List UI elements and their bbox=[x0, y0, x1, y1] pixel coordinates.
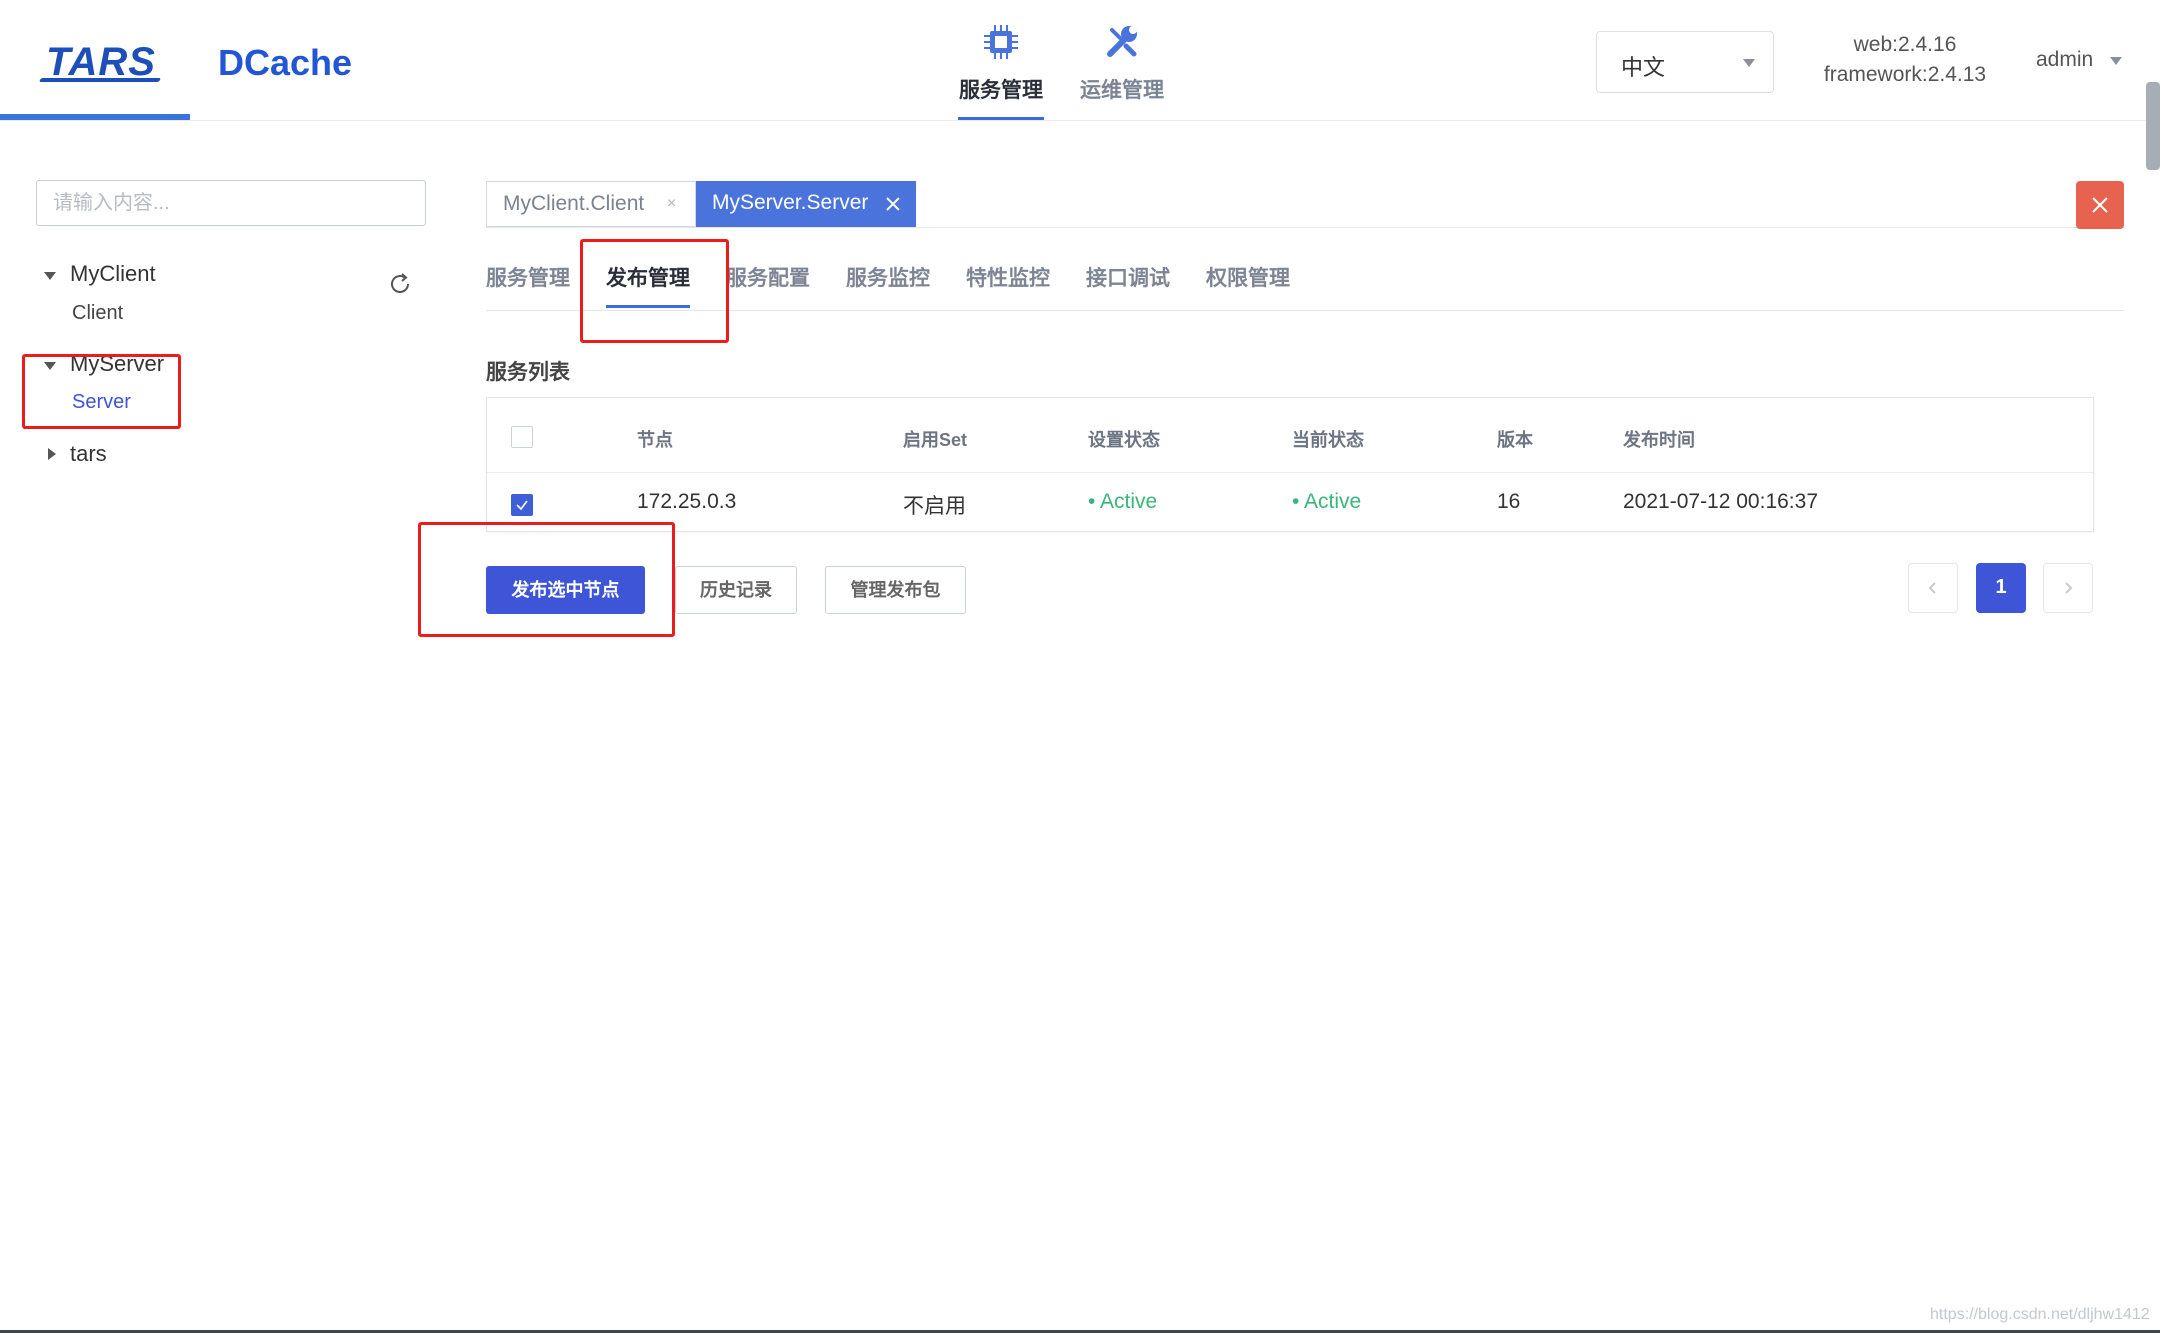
nav-service-management[interactable]: 服务管理 bbox=[958, 18, 1044, 120]
chip-icon bbox=[984, 25, 1018, 59]
function-tabs: 服务管理 发布管理 服务配置 服务监控 特性监控 接口调试 权限管理 bbox=[486, 262, 2124, 311]
service-tab-label: MyClient.Client bbox=[503, 192, 645, 215]
service-list-table: 节点 启用Set 设置状态 当前状态 版本 发布时间 172.25.0.3 不启… bbox=[486, 397, 2094, 532]
cell-setting-status: • Active bbox=[1088, 490, 1158, 513]
expand-arrow-icon[interactable] bbox=[44, 272, 56, 280]
close-icon bbox=[2092, 197, 2108, 213]
language-select-value: 中文 bbox=[1621, 55, 1666, 80]
column-header: 节点 bbox=[637, 430, 673, 450]
close-icon[interactable]: × bbox=[667, 182, 676, 226]
tree-leaf-client[interactable]: Client bbox=[72, 302, 123, 325]
framework-version: framework:2.4.13 bbox=[1823, 63, 1987, 86]
tab-interface-debug[interactable]: 接口调试 bbox=[1086, 262, 1170, 292]
tree-leaf-server[interactable]: Server bbox=[72, 391, 131, 414]
tab-feature-monitor[interactable]: 特性监控 bbox=[966, 262, 1050, 292]
tree-node-myclient[interactable]: MyClient bbox=[70, 261, 156, 287]
publish-selected-nodes-button[interactable]: 发布选中节点 bbox=[486, 566, 645, 614]
section-title: 服务列表 bbox=[486, 361, 570, 384]
logo-active-underline bbox=[0, 114, 190, 120]
check-icon bbox=[516, 500, 528, 511]
tars-logo-swoosh bbox=[38, 78, 162, 82]
column-header: 当前状态 bbox=[1292, 430, 1364, 450]
version-info: web:2.4.16 framework:2.4.13 bbox=[1810, 30, 2000, 90]
tab-publish-management[interactable]: 发布管理 bbox=[606, 262, 690, 308]
tree-node-tars[interactable]: tars bbox=[70, 441, 107, 467]
scrollbar-thumb[interactable] bbox=[2146, 82, 2160, 170]
refresh-icon[interactable] bbox=[386, 270, 414, 298]
language-select[interactable]: 中文 bbox=[1596, 31, 1774, 93]
chevron-left-icon bbox=[1928, 582, 1936, 594]
dcache-logo-text: DCache bbox=[218, 42, 353, 83]
tab-service-monitor[interactable]: 服务监控 bbox=[846, 262, 930, 292]
column-header: 设置状态 bbox=[1088, 430, 1160, 450]
user-menu[interactable]: admin bbox=[2036, 48, 2122, 72]
cell-node: 172.25.0.3 bbox=[637, 490, 737, 513]
tree-node-myserver[interactable]: MyServer bbox=[70, 351, 164, 377]
tab-service-management[interactable]: 服务管理 bbox=[486, 262, 570, 292]
close-icon[interactable] bbox=[884, 195, 902, 213]
column-header: 版本 bbox=[1497, 430, 1533, 450]
cell-publish-time: 2021-07-12 00:16:37 bbox=[1623, 490, 1818, 513]
top-header: TARS DCache 服务管理 运维管理 中文 web:2.4.16 fram… bbox=[0, 0, 2160, 121]
close-all-tabs-button[interactable] bbox=[2076, 181, 2124, 229]
manage-packages-button[interactable]: 管理发布包 bbox=[825, 566, 966, 614]
row-divider bbox=[487, 472, 2093, 473]
tab-permission-management[interactable]: 权限管理 bbox=[1206, 262, 1290, 292]
chevron-right-icon bbox=[2065, 582, 2073, 594]
chevron-down-icon bbox=[2110, 57, 2122, 65]
watermark: https://blog.csdn.net/dljhw1412 bbox=[1930, 1306, 2150, 1323]
cell-current-status: • Active bbox=[1292, 490, 1362, 513]
row-checkbox[interactable] bbox=[511, 494, 533, 516]
expand-arrow-icon[interactable] bbox=[44, 362, 56, 370]
user-name: admin bbox=[2036, 48, 2094, 71]
tab-service-config[interactable]: 服务配置 bbox=[726, 262, 810, 292]
history-button[interactable]: 历史记录 bbox=[675, 566, 797, 614]
select-all-checkbox[interactable] bbox=[511, 426, 533, 448]
nav-ops-management-label: 运维管理 bbox=[1080, 79, 1164, 102]
page-number-button[interactable]: 1 bbox=[1976, 563, 2026, 613]
prev-page-button[interactable] bbox=[1908, 563, 1958, 613]
service-tab-myclient[interactable]: MyClient.Client × bbox=[486, 181, 696, 227]
chevron-down-icon bbox=[1743, 59, 1755, 67]
nav-ops-management[interactable]: 运维管理 bbox=[1078, 18, 1166, 120]
dcache-logo[interactable]: DCache bbox=[218, 42, 352, 84]
service-tab-myserver[interactable]: MyServer.Server bbox=[696, 181, 916, 227]
next-page-button[interactable] bbox=[2043, 563, 2093, 613]
service-tab-strip: MyClient.Client × MyServer.Server bbox=[486, 181, 2124, 228]
tars-logo[interactable]: TARS bbox=[38, 40, 162, 85]
nav-service-management-label: 服务管理 bbox=[959, 79, 1043, 102]
cell-set: 不启用 bbox=[903, 495, 966, 518]
column-header: 发布时间 bbox=[1623, 430, 1695, 450]
search-input[interactable] bbox=[36, 180, 426, 226]
wrench-icon bbox=[1107, 26, 1137, 57]
service-tab-label: MyServer.Server bbox=[712, 191, 869, 214]
web-version: web:2.4.16 bbox=[1853, 33, 1957, 56]
collapse-arrow-icon[interactable] bbox=[48, 448, 56, 460]
column-header: 启用Set bbox=[903, 430, 968, 450]
cell-version: 16 bbox=[1497, 490, 1521, 513]
